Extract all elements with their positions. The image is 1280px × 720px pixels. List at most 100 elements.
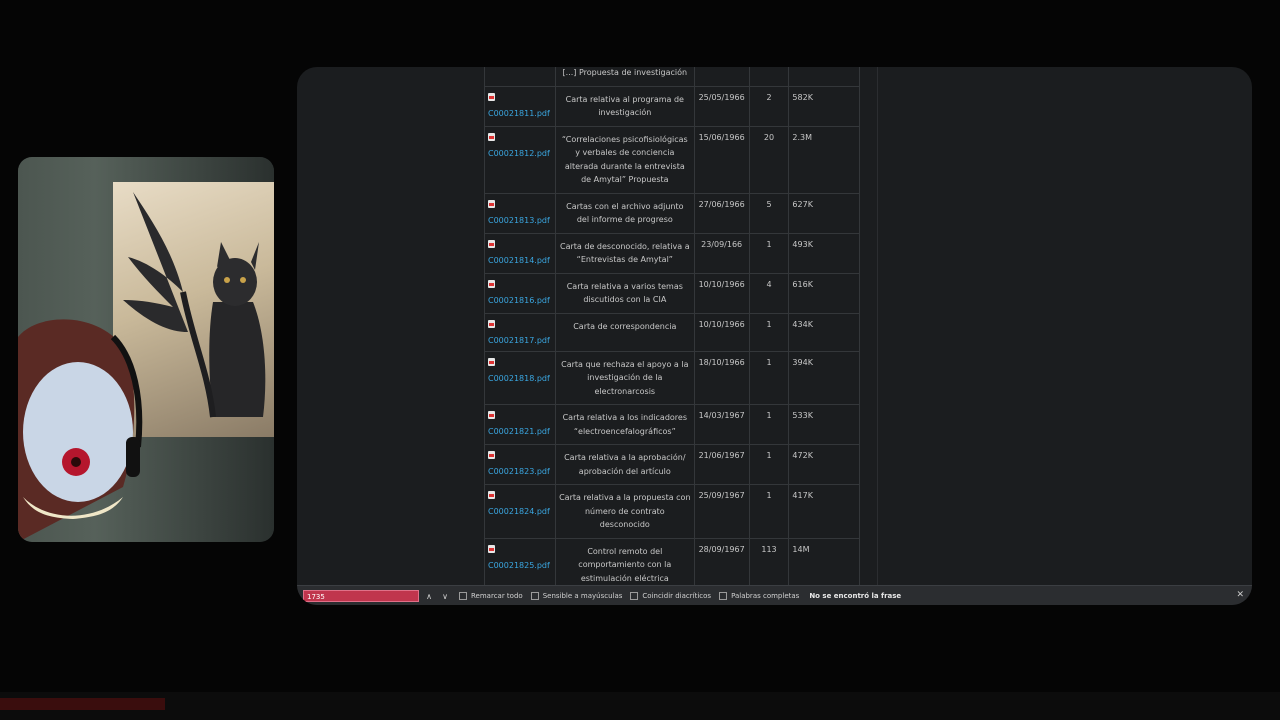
match-case-checkbox[interactable]	[530, 592, 539, 600]
date-cell: 15/06/1966	[693, 125, 750, 194]
pdf-file-icon	[488, 357, 495, 366]
background-taskbar	[0, 692, 1280, 720]
date-cell: 18/10/1966	[693, 350, 750, 405]
file-cell: C00021813.pdf	[484, 192, 556, 234]
table-row: C00021814.pdf Carta de desconocido, relat…	[484, 232, 860, 274]
highlight-all-label: Remarcar todo	[471, 592, 523, 600]
match-diacritics-checkbox[interactable]	[630, 592, 639, 600]
find-bar: 1735 ∧ ∨ Remarcar todo Sensible a mayúsc…	[297, 585, 1252, 605]
file-link[interactable]: C00021814.pdf	[488, 256, 550, 265]
size-cell: 417K	[788, 484, 860, 539]
file-link[interactable]: C00021821.pdf	[488, 427, 550, 436]
find-input[interactable]: 1735	[303, 590, 419, 602]
file-cell: C00021816.pdf	[484, 272, 556, 314]
description-cell: Carta relativa a los indicadores “electr…	[554, 404, 695, 445]
pdf-file-icon	[488, 451, 495, 459]
size-cell: 434K	[788, 312, 860, 352]
size-cell	[788, 67, 860, 87]
date-cell: 27/06/1966	[693, 192, 750, 234]
date-cell: 10/10/1966	[693, 272, 750, 314]
page-edge-divider	[877, 67, 878, 587]
file-link[interactable]: C00021825.pdf	[488, 561, 550, 570]
background-ghost-text	[415, 12, 418, 23]
whole-words-checkbox[interactable]	[719, 592, 728, 600]
description-cell: [...] Propuesta de investigación	[554, 67, 695, 87]
pdf-file-icon	[488, 92, 495, 101]
table-row: C00021821.pdf Carta relativa a los indica…	[484, 404, 860, 445]
pages-cell	[748, 67, 790, 87]
find-status: No se encontró la frase	[809, 592, 902, 600]
date-cell	[693, 67, 750, 87]
pdf-file-icon	[488, 319, 495, 328]
file-cell: C00021812.pdf	[484, 125, 556, 194]
match-case-label: Sensible a mayúsculas	[542, 592, 623, 600]
table-row: C00021824.pdf Carta relativa a la propues…	[484, 484, 860, 539]
documents-table: [...] Propuesta de investigación C0002181…	[484, 67, 860, 605]
whole-words-label: Palabras completas	[731, 592, 800, 600]
file-cell: C00021823.pdf	[484, 444, 556, 485]
file-link[interactable]: C00021813.pdf	[488, 216, 550, 225]
file-link[interactable]: C00021816.pdf	[488, 296, 550, 305]
pages-cell: 1	[748, 444, 790, 485]
webcam-overlay	[18, 157, 274, 542]
chevron-down-icon[interactable]: ∨	[439, 592, 451, 601]
pages-cell: 4	[748, 272, 790, 314]
description-cell: Carta relativa a varios temas discutidos…	[554, 272, 695, 314]
pdf-file-icon	[488, 132, 495, 141]
date-cell: 25/09/1967	[693, 484, 750, 539]
date-cell: 14/03/1967	[693, 404, 750, 445]
file-cell	[484, 67, 556, 87]
file-link[interactable]: C00021817.pdf	[488, 336, 550, 345]
pages-cell: 1	[748, 350, 790, 405]
table-row: C00021823.pdf Carta relativa a la aprobac…	[484, 444, 860, 485]
table-row: C00021817.pdf Carta de correspondencia 10/…	[484, 312, 860, 352]
date-cell: 25/05/1966	[693, 85, 750, 127]
file-link[interactable]: C00021812.pdf	[488, 149, 550, 158]
file-cell: C00021817.pdf	[484, 312, 556, 352]
file-link[interactable]: C00021818.pdf	[488, 374, 550, 383]
description-cell: Carta relativa a la aprobación/ aprobaci…	[554, 444, 695, 485]
table-row: C00021816.pdf Carta relativa a varios tem…	[484, 272, 860, 314]
file-cell: C00021824.pdf	[484, 484, 556, 539]
file-cell: C00021821.pdf	[484, 404, 556, 445]
table-row: C00021818.pdf Carta que rechaza el apoyo …	[484, 350, 860, 405]
size-cell: 582K	[788, 85, 860, 127]
highlight-all-checkbox[interactable]	[459, 592, 467, 600]
person-with-mask	[18, 319, 143, 542]
description-cell: Carta que rechaza el apoyo a la investig…	[554, 350, 695, 405]
pdf-file-icon	[488, 239, 495, 248]
file-link[interactable]: C00021823.pdf	[488, 467, 550, 476]
description-cell: Carta relativa al programa de investigac…	[554, 85, 695, 127]
pdf-file-icon	[488, 279, 495, 288]
table-row: C00021813.pdf Cartas con el archivo adjun…	[484, 192, 860, 234]
pages-cell: 1	[748, 484, 790, 539]
pages-cell: 5	[748, 192, 790, 234]
file-cell: C00021818.pdf	[484, 350, 556, 405]
background-progress	[0, 698, 165, 710]
date-cell: 21/06/1967	[693, 444, 750, 485]
size-cell: 472K	[788, 444, 860, 485]
table-row: [...] Propuesta de investigación	[484, 67, 860, 87]
table-row: C00021812.pdf “Correlaciones psicofisioló…	[484, 125, 860, 194]
date-cell: 10/10/1966	[693, 312, 750, 352]
date-cell: 23/09/166	[693, 232, 750, 274]
file-cell: C00021814.pdf	[484, 232, 556, 274]
size-cell: 627K	[788, 192, 860, 234]
size-cell: 616K	[788, 272, 860, 314]
size-cell: 533K	[788, 404, 860, 445]
pages-cell: 20	[748, 125, 790, 194]
description-cell: “Correlaciones psicofisiológicas y verba…	[554, 125, 695, 194]
file-link[interactable]: C00021811.pdf	[488, 109, 550, 118]
file-cell: C00021811.pdf	[484, 85, 556, 127]
file-link[interactable]: C00021824.pdf	[488, 507, 550, 516]
size-cell: 2.3M	[788, 125, 860, 194]
description-cell: Carta de desconocido, relativa a “Entrev…	[554, 232, 695, 274]
pages-cell: 1	[748, 404, 790, 445]
close-icon[interactable]: ✕	[1236, 590, 1244, 600]
chevron-up-icon[interactable]: ∧	[423, 592, 435, 601]
size-cell: 394K	[788, 350, 860, 405]
match-diacritics-label: Coincidir diacríticos	[642, 592, 712, 600]
description-cell: Carta relativa a la propuesta con número…	[554, 484, 695, 539]
document-viewer-window: [...] Propuesta de investigación C0002181…	[297, 67, 1252, 605]
size-cell: 493K	[788, 232, 860, 274]
